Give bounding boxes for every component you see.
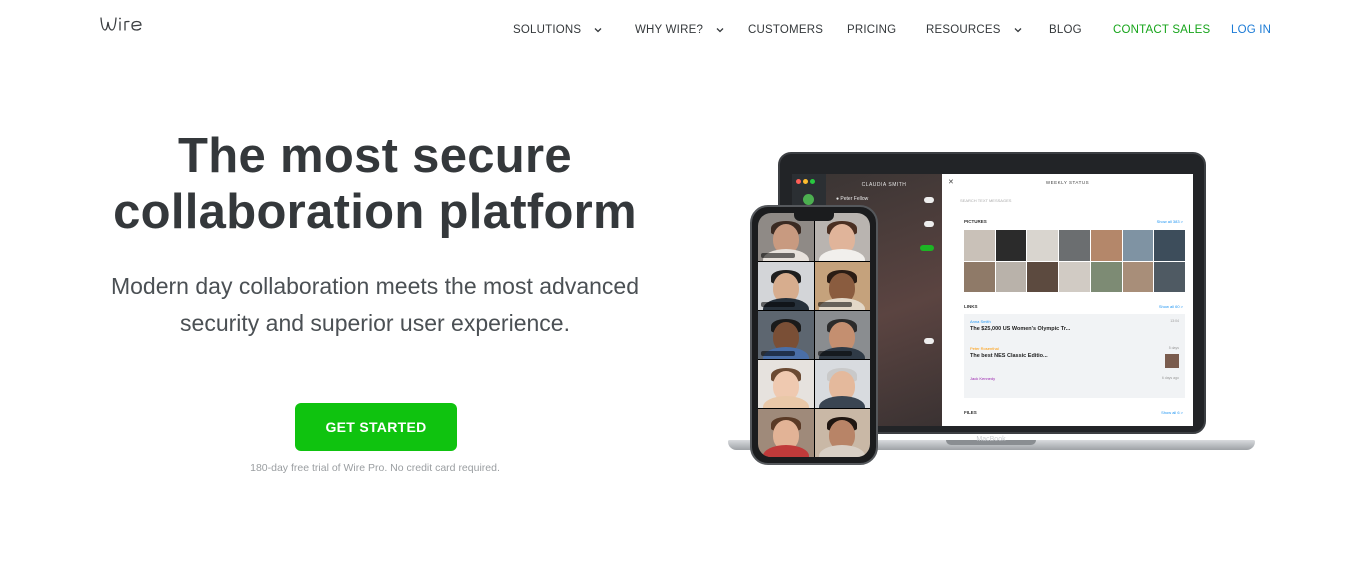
picture-thumb[interactable]: [1122, 261, 1154, 292]
hero-subtitle-line2: security and superior user experience.: [180, 310, 570, 336]
link-author: Jack Kennedy: [970, 376, 996, 381]
nav-log-in-label: LOG IN: [1231, 24, 1272, 36]
pictures-label: PICTURES: [964, 219, 987, 224]
hero-subtitle-line1: Modern day collaboration meets the most …: [110, 273, 640, 299]
picture-thumb[interactable]: [995, 230, 1027, 261]
nav-customers-label: CUSTOMERS: [748, 24, 824, 36]
files-show-all[interactable]: Show all 6 >: [1161, 410, 1183, 415]
main-nav: SOLUTIONS WHY WIRE? CUSTOMERS PRICING RE…: [0, 24, 1370, 40]
chat-active-badge: [920, 245, 934, 251]
video-tile[interactable]: [758, 360, 814, 408]
get-started-button[interactable]: GET STARTED: [295, 403, 457, 451]
picture-thumb[interactable]: [1059, 261, 1090, 292]
nav-resources[interactable]: RESOURCES: [926, 24, 1023, 36]
link-author: Anna Smith: [970, 319, 991, 324]
nav-blog[interactable]: BLOG: [1049, 24, 1082, 36]
window-zoom-dot: [810, 179, 815, 184]
link-title: The $25,000 US Women's Olympic Tr...: [970, 326, 1071, 332]
nav-contact-sales-label: CONTACT SALES: [1113, 24, 1211, 36]
user-avatar: [803, 194, 814, 205]
hero-title: The most secure collaboration platform: [60, 128, 690, 240]
picture-thumb[interactable]: [1090, 230, 1122, 261]
link-time: 6 days ago: [1161, 376, 1179, 380]
window-minimize-dot: [803, 179, 808, 184]
video-call-grid: [758, 213, 870, 457]
chat-badge: [924, 338, 934, 344]
trial-note: 180-day free trial of Wire Pro. No credi…: [250, 462, 500, 474]
video-tile[interactable]: [814, 409, 870, 457]
nav-pricing[interactable]: PRICING: [847, 24, 896, 36]
video-tile[interactable]: [758, 262, 814, 310]
nav-blog-label: BLOG: [1049, 24, 1082, 36]
picture-thumb[interactable]: [1027, 261, 1059, 292]
phone-mockup: [750, 205, 878, 465]
chevron-down-icon: [594, 28, 602, 33]
picture-thumb[interactable]: [1154, 230, 1185, 261]
link-thumbnail: [1165, 354, 1179, 368]
nav-pricing-label: PRICING: [847, 24, 897, 36]
files-label: FILES: [964, 410, 977, 415]
picture-thumb[interactable]: [964, 261, 995, 292]
link-item[interactable]: Jack Kennedy: [970, 376, 995, 381]
hero-subtitle: Modern day collaboration meets the most …: [60, 268, 690, 342]
picture-thumb[interactable]: [964, 230, 995, 261]
nav-resources-label: RESOURCES: [926, 24, 1001, 36]
chevron-down-icon: [716, 28, 724, 33]
search-input[interactable]: SEARCH TEXT MESSAGES: [948, 196, 1178, 205]
details-panel: ✕ WEEKLY STATUS SEARCH TEXT MESSAGES PIC…: [942, 174, 1193, 426]
panel-header: WEEKLY STATUS: [1045, 180, 1090, 185]
phone-notch: [794, 213, 834, 221]
link-author: Peter Rosenthal: [970, 346, 999, 351]
link-time: 5 days: [1168, 346, 1179, 350]
links-label: LINKS: [964, 304, 978, 309]
picture-thumb[interactable]: [1090, 261, 1122, 292]
nav-contact-sales[interactable]: CONTACT SALES: [1113, 24, 1210, 36]
video-tile[interactable]: [814, 262, 870, 310]
window-close-dot: [796, 179, 801, 184]
link-item[interactable]: Peter Rosenthal The best NES Classic Edi…: [970, 346, 1048, 359]
nav-log-in[interactable]: LOG IN: [1231, 24, 1271, 36]
picture-thumb[interactable]: [995, 261, 1027, 292]
video-tile[interactable]: [758, 311, 814, 359]
nav-why-wire[interactable]: WHY WIRE?: [635, 24, 725, 36]
hero-title-line1: The most secure: [178, 129, 572, 183]
chat-contact-name: Peter Fellow: [840, 196, 869, 202]
video-tile[interactable]: [814, 311, 870, 359]
chat-badge: [924, 221, 934, 227]
pictures-show-all[interactable]: Show all 383 >: [1157, 219, 1183, 224]
link-title: The best NES Classic Editio...: [970, 353, 1048, 359]
chat-contact: ● Peter Fellow: [836, 196, 869, 202]
chat-header: CLAUDIA SMITH: [861, 182, 907, 188]
chat-badge: [924, 197, 934, 203]
nav-customers[interactable]: CUSTOMERS: [748, 24, 823, 36]
picture-thumb[interactable]: [1122, 230, 1154, 261]
laptop-brand: MacBook: [976, 436, 1006, 443]
chevron-down-icon: [1014, 28, 1022, 33]
links-show-all[interactable]: Show all 60 >: [1159, 304, 1183, 309]
hero-title-line2: collaboration platform: [113, 185, 637, 239]
picture-thumb[interactable]: [1059, 230, 1090, 261]
pictures-grid: [964, 230, 1185, 292]
picture-thumb[interactable]: [1027, 230, 1059, 261]
link-item[interactable]: Anna Smith The $25,000 US Women's Olympi…: [970, 319, 1070, 332]
video-tile[interactable]: [758, 409, 814, 457]
nav-solutions[interactable]: SOLUTIONS: [513, 24, 603, 36]
picture-thumb[interactable]: [1154, 261, 1185, 292]
link-time: 13:04: [1170, 319, 1179, 323]
nav-solutions-label: SOLUTIONS: [513, 24, 582, 36]
video-tile[interactable]: [814, 360, 870, 408]
nav-why-wire-label: WHY WIRE?: [635, 24, 704, 36]
phone-screen: [758, 213, 870, 457]
links-list: Anna Smith The $25,000 US Women's Olympi…: [964, 314, 1185, 398]
